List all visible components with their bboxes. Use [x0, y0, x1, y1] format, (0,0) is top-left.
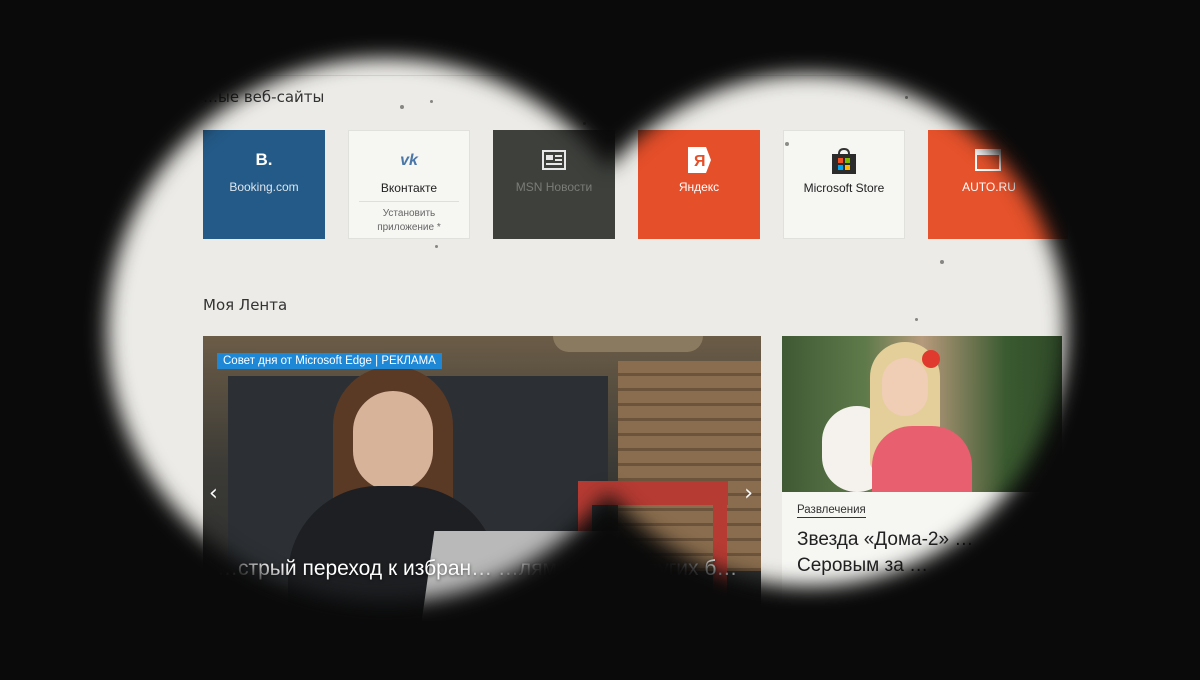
- carousel-prev-icon[interactable]: ‹: [209, 481, 218, 506]
- dust-speck: [435, 245, 438, 248]
- top-site-tile-vkontakte[interactable]: vk Вконтакте Установить приложение *: [348, 130, 470, 239]
- carousel-next-icon[interactable]: ›: [744, 481, 753, 506]
- news-icon: [493, 146, 615, 174]
- hero-image-chair: [578, 481, 728, 505]
- install-app-link[interactable]: Установить приложение *: [353, 207, 465, 235]
- tile-label: AUTO.RU: [962, 180, 1016, 194]
- hero-image-lamp: [553, 336, 703, 352]
- dust-speck: [400, 105, 404, 109]
- tile-label: Booking.com: [229, 180, 299, 194]
- dust-speck: [905, 96, 908, 99]
- dust-speck: [915, 318, 918, 321]
- dust-speck: [583, 122, 586, 125]
- image-person-dress: [872, 426, 972, 492]
- top-site-tile-auto-ru[interactable]: AUTO.RU: [928, 130, 1068, 239]
- top-site-tile-microsoft-store[interactable]: Microsoft Store: [783, 130, 905, 239]
- divider: [200, 75, 1060, 76]
- auto-ru-icon: [908, 146, 1068, 174]
- yandex-icon: Я: [638, 146, 760, 174]
- top-site-tile-booking[interactable]: B. Booking.com: [203, 130, 325, 239]
- top-sites-heading: …ые веб-сайты: [203, 88, 325, 106]
- tile-label: Вконтакте: [380, 181, 438, 195]
- news-card-image: [782, 336, 1062, 492]
- feed-news-card[interactable]: Развлечения Звезда «Дома-2» … Серовым за…: [782, 336, 1062, 656]
- svg-text:Я: Я: [694, 153, 706, 170]
- tile-label: MSN Новости: [515, 180, 593, 194]
- vk-icon: vk: [400, 152, 418, 169]
- image-person-face: [882, 358, 928, 416]
- news-headline[interactable]: Звезда «Дома-2» … Серовым за …: [797, 527, 1057, 579]
- top-site-tile-msn[interactable]: MSN Новости: [493, 130, 615, 239]
- category-label[interactable]: Развлечения: [797, 504, 866, 518]
- image-flower: [922, 350, 940, 368]
- feed-heading: Моя Лента: [203, 296, 288, 314]
- dust-speck: [430, 100, 433, 103]
- edge-new-tab-page: …ые веб-сайты B. Booking.com vk Вконтакт…: [0, 0, 1200, 680]
- dust-speck: [940, 260, 944, 264]
- dust-speck: [785, 142, 789, 146]
- divider: [359, 201, 459, 202]
- hero-image-wall: [618, 361, 761, 571]
- sponsored-badge: Совет дня от Microsoft Edge | РЕКЛАМА: [217, 353, 442, 369]
- hero-image-face: [353, 391, 433, 491]
- top-site-tile-yandex[interactable]: Я Яндекс: [638, 130, 760, 239]
- tile-label: Яндекс: [678, 180, 720, 194]
- booking-b-icon: B.: [255, 150, 273, 169]
- store-bag-icon: [784, 147, 904, 175]
- hero-headline[interactable]: …стрый переход к избран… …лям и … из дру…: [217, 554, 747, 583]
- feed-hero-card[interactable]: Совет дня от Microsoft Edge | РЕКЛАМА ‹ …: [203, 336, 761, 656]
- tile-label: Microsoft Store: [803, 181, 885, 195]
